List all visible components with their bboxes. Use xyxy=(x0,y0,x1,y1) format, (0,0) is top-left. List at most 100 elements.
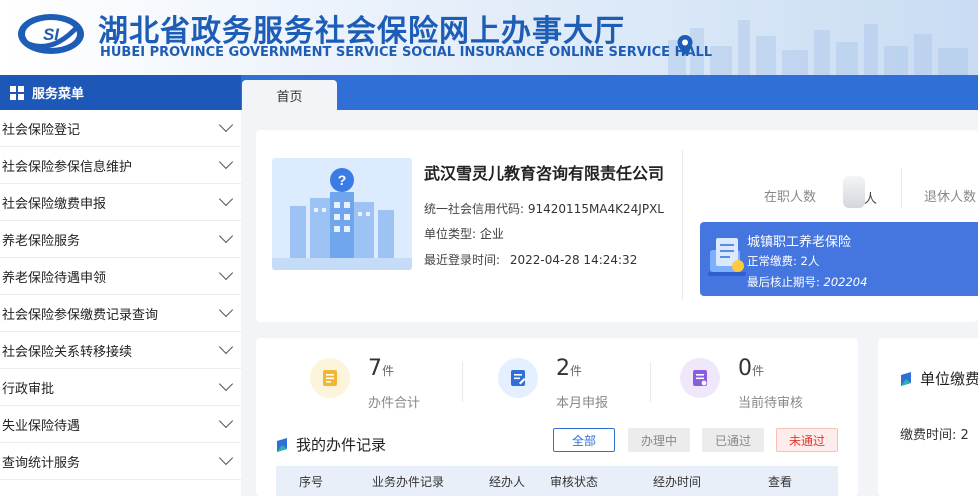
last-period-value: 202204 xyxy=(823,275,868,289)
filter-passed-button[interactable]: 已通过 xyxy=(702,428,764,452)
unit-contribution-title-text: 单位缴费 xyxy=(920,370,978,388)
column-header-index: 序号 xyxy=(299,474,324,489)
sidebar-item-label: 查询统计服务 xyxy=(2,455,81,471)
last-period-row: 最后核止期号: 202204 xyxy=(747,274,867,290)
chevron-down-icon xyxy=(218,339,234,355)
unit-type-value: 企业 xyxy=(479,227,504,241)
last-login-label: 最近登录时间: xyxy=(424,253,501,267)
chevron-down-icon xyxy=(218,228,234,244)
stats-records-card: 7件 办件合计 2件 本月申报 0件 当前待审核 我的办件记录 全部 办理中 已… xyxy=(256,338,858,496)
records-table-header: 序号 业务办件记录 经办人 审核状态 经办时间 查看 xyxy=(276,466,838,496)
sidebar-item-query-statistics[interactable]: 查询统计服务 xyxy=(0,443,241,480)
sidebar-item-pension-service[interactable]: 养老保险服务 xyxy=(0,221,241,258)
sidebar-item-label: 行政审批 xyxy=(2,381,55,397)
stat-total-number: 7件 xyxy=(368,356,395,381)
sidebar-item-label: 养老保险待遇申领 xyxy=(2,270,107,286)
filter-failed-button[interactable]: 未通过 xyxy=(776,428,838,452)
filter-processing-button[interactable]: 办理中 xyxy=(628,428,690,452)
last-login-row: 最近登录时间: 2022-04-28 14:24:32 xyxy=(424,251,637,268)
divider xyxy=(462,362,463,402)
retirees-label: 退休人数 xyxy=(924,190,977,205)
sidebar-item-social-insurance-registration[interactable]: 社会保险登记 xyxy=(0,110,241,147)
sidebar-item-unemployment-benefit[interactable]: 失业保险待遇 xyxy=(0,406,241,443)
credit-code-value: 91420115MA4K24JPXL xyxy=(527,202,664,216)
normal-contribution-row: 正常缴费: 2人 xyxy=(747,253,819,269)
contribution-time-row: 缴费时间: 2 xyxy=(900,428,969,443)
service-menu-label: 服务菜单 xyxy=(32,87,85,102)
sidebar-menu: 社会保险登记 社会保险参保信息维护 社会保险缴费申报 养老保险服务 养老保险待遇… xyxy=(0,110,241,496)
chevron-down-icon xyxy=(218,191,234,207)
sidebar-item-label: 养老保险服务 xyxy=(2,233,81,249)
chevron-down-icon xyxy=(218,117,234,133)
site-header: SI 湖北省政务服务社会保险网上办事大厅 HUBEI PROVINCE GOVE… xyxy=(0,0,978,75)
credit-code-row: 统一社会信用代码: 91420115MA4K24JPXL xyxy=(424,200,664,217)
stat-month-number: 2件 xyxy=(556,356,583,381)
sidebar-item-label: 社会保险登记 xyxy=(2,122,81,138)
filter-all-button[interactable]: 全部 xyxy=(553,428,615,452)
unit-contribution-card: 单位缴费 缴费时间: 2 xyxy=(878,338,978,496)
grid-menu-icon xyxy=(10,85,24,100)
stat-pending-label: 当前待审核 xyxy=(738,396,804,411)
service-menu-header[interactable]: 服务菜单 xyxy=(0,75,241,110)
review-icon xyxy=(680,358,720,398)
sidebar-item-label: 社会保险关系转移接续 xyxy=(2,344,133,360)
stat-pending-number: 0件 xyxy=(738,356,765,381)
column-header-status: 审核状态 xyxy=(550,474,599,489)
location-pin-icon[interactable] xyxy=(676,34,694,56)
stat-month-label: 本月申报 xyxy=(556,396,609,411)
chevron-down-icon xyxy=(218,413,234,429)
sidebar-item-relation-transfer[interactable]: 社会保险关系转移接续 xyxy=(0,332,241,369)
sidebar-item-contribution-declaration[interactable]: 社会保险缴费申报 xyxy=(0,184,241,221)
employees-unit: 人 xyxy=(864,192,878,207)
unit-type-row: 单位类型: 企业 xyxy=(424,225,504,242)
stat-total-label: 办件合计 xyxy=(368,396,421,411)
divider xyxy=(901,168,902,208)
sidebar-item-label: 社会保险参保缴费记录查询 xyxy=(2,307,159,323)
company-info-card: ? 武汉雪灵儿教育咨询有限责任公司 统一社会信用代码: 91420115MA4K… xyxy=(256,130,978,322)
chevron-down-icon xyxy=(218,376,234,392)
sidebar-item-label: 社会保险参保信息维护 xyxy=(2,159,133,175)
insurance-document-icon xyxy=(708,238,746,276)
column-header-view: 查看 xyxy=(768,474,793,489)
sidebar-item-administrative-approval[interactable]: 行政审批 xyxy=(0,369,241,406)
divider xyxy=(650,362,651,402)
chevron-down-icon xyxy=(218,265,234,281)
pension-title: 城镇职工养老保险 xyxy=(747,235,852,250)
chevron-down-icon xyxy=(218,450,234,466)
column-header-record: 业务办件记录 xyxy=(372,474,445,489)
edit-document-icon xyxy=(498,358,538,398)
last-login-value: 2022-04-28 14:24:32 xyxy=(509,253,638,267)
records-title-text: 我的办件记录 xyxy=(296,436,387,454)
document-icon xyxy=(310,358,350,398)
sidebar-item-contribution-record-query[interactable]: 社会保险参保缴费记录查询 xyxy=(0,295,241,332)
social-insurance-logo: SI xyxy=(18,14,84,54)
building-illustration: ? xyxy=(272,158,412,270)
last-period-label: 最后核止期号: xyxy=(747,275,820,289)
unit-type-label: 单位类型: xyxy=(424,227,477,241)
sidebar-item-label: 失业保险待遇 xyxy=(2,418,81,434)
normal-contribution-label: 正常缴费: xyxy=(747,254,797,268)
chevron-down-icon xyxy=(218,302,234,318)
column-header-handler: 经办人 xyxy=(489,474,526,489)
sidebar-item-enrollment-info-maintenance[interactable]: 社会保险参保信息维护 xyxy=(0,147,241,184)
section-flag-icon xyxy=(901,371,911,386)
site-title-en: HUBEI PROVINCE GOVERNMENT SERVICE SOCIAL… xyxy=(100,45,713,60)
column-header-time: 经办时间 xyxy=(653,474,702,489)
tab-home[interactable]: 首页 xyxy=(242,80,337,110)
unit-contribution-title: 单位缴费 xyxy=(900,368,978,389)
employees-label: 在职人数 xyxy=(764,190,817,205)
normal-contribution-value: 2人 xyxy=(800,254,820,268)
logo-text: SI xyxy=(43,25,60,44)
svg-text:?: ? xyxy=(338,172,347,188)
chevron-down-icon xyxy=(218,154,234,170)
site-title-cn: 湖北省政务服务社会保险网上办事大厅 xyxy=(98,14,625,49)
sidebar-item-pension-benefit-claim[interactable]: 养老保险待遇申领 xyxy=(0,258,241,295)
records-section-title: 我的办件记录 xyxy=(276,434,386,455)
sidebar-item-label: 社会保险缴费申报 xyxy=(2,196,107,212)
section-flag-icon xyxy=(277,437,287,452)
divider xyxy=(682,150,683,300)
credit-code-label: 统一社会信用代码: xyxy=(424,202,525,216)
city-skyline-decoration xyxy=(668,20,968,75)
pension-insurance-card[interactable]: 城镇职工养老保险 正常缴费: 2人 最后核止期号: 202204 xyxy=(700,222,978,296)
employees-count-placeholder xyxy=(843,176,865,208)
